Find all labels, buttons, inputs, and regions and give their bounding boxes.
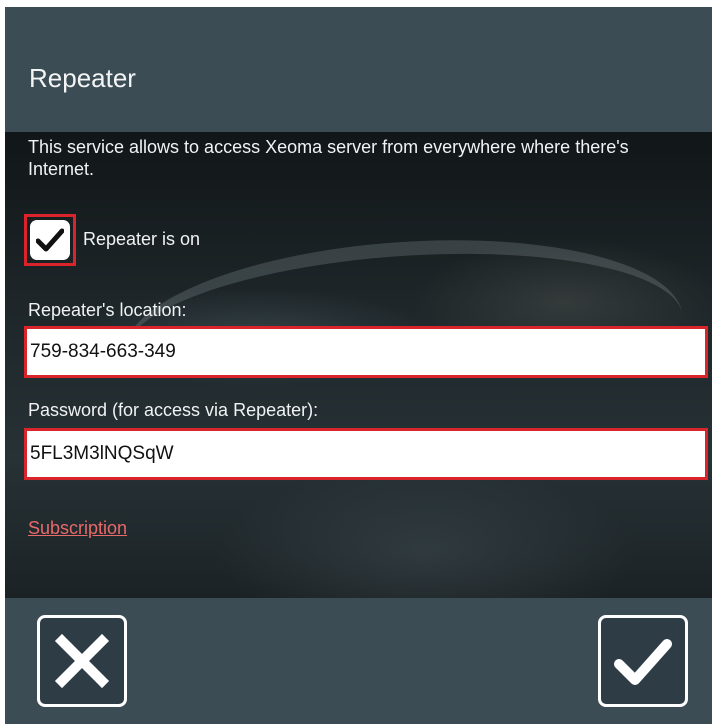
ok-button[interactable] [598,615,688,707]
location-field-wrapper [24,326,708,378]
location-label: Repeater's location: [28,300,187,320]
checkmark-icon [36,228,64,252]
service-description: This service allows to access Xeoma serv… [28,137,629,179]
dialog-body: This service allows to access Xeoma serv… [5,132,712,598]
cancel-button[interactable] [37,615,127,707]
repeater-on-checkbox[interactable] [24,214,76,266]
repeater-on-label: Repeater is on [83,229,201,249]
password-field-wrapper [24,428,708,480]
dialog-header: Repeater [5,7,712,132]
password-label: Password (for access via Repeater): [28,400,319,420]
subscription-link[interactable]: Subscription [28,518,127,539]
close-icon [54,633,110,689]
dialog-footer [5,598,712,724]
password-field[interactable] [27,431,705,477]
checkbox-box [30,220,70,260]
location-field[interactable] [27,329,705,375]
dialog-title: Repeater [29,63,136,93]
checkmark-icon [614,639,672,685]
repeater-dialog: Repeater This service allows to access X… [5,7,712,724]
